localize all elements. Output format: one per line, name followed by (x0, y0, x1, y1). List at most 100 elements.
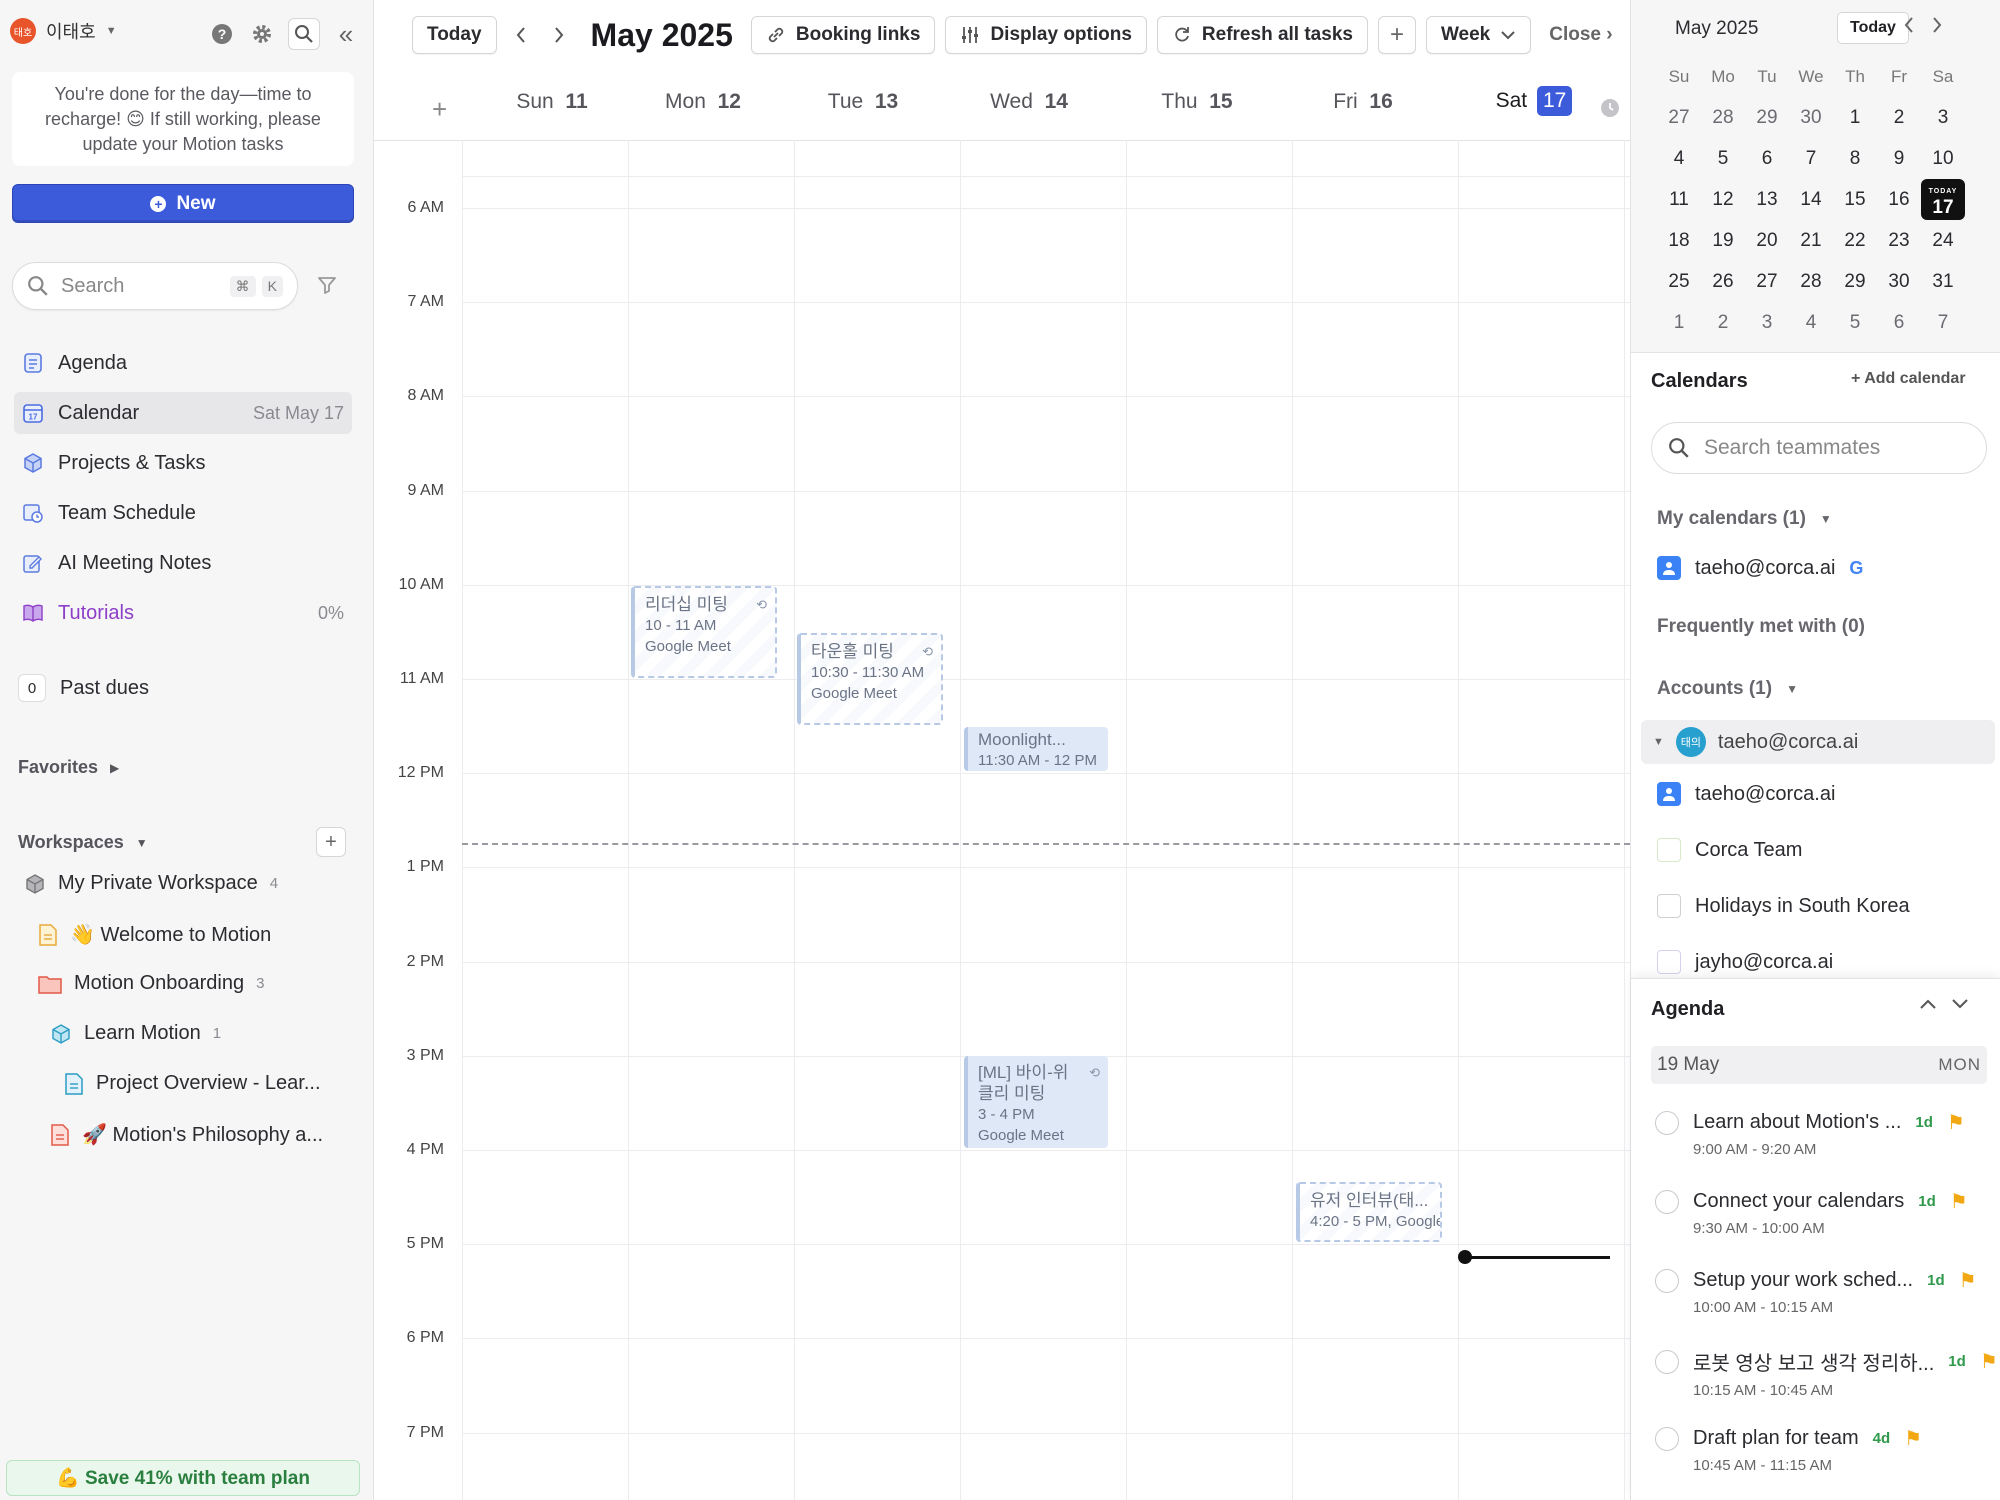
gear-icon[interactable] (248, 20, 276, 48)
calendar-item-jayho[interactable]: jayho@corca.ai (1657, 950, 1833, 974)
mini-day[interactable]: 16 (1877, 179, 1921, 220)
accounts-header[interactable]: Accounts (1) ▼ (1657, 678, 1798, 700)
day-header-tue[interactable]: Tue 13 (800, 90, 926, 114)
nav-team-schedule[interactable]: Team Schedule (14, 492, 352, 534)
mini-day[interactable]: 4 (1657, 138, 1701, 179)
mini-day[interactable]: 21 (1789, 220, 1833, 261)
frequently-met-header[interactable]: Frequently met with (0) (1657, 616, 1865, 638)
event-ml-biweekly[interactable]: [ML] 바이-위클리 미팅 3 - 4 PM Google Meet ⟲ (964, 1056, 1108, 1148)
agenda-task[interactable]: 로봇 영상 보고 생각 정리하... 1d ⚑ 10:15 AM - 10:45 AM (1655, 1347, 1998, 1399)
nav-projects[interactable]: Projects & Tasks (14, 442, 352, 484)
calendar-checkbox[interactable] (1657, 950, 1681, 974)
mini-day[interactable]: 28 (1701, 97, 1745, 138)
calendar-item-holidays[interactable]: Holidays in South Korea (1657, 894, 1910, 918)
mini-day[interactable]: 30 (1877, 261, 1921, 302)
mini-day[interactable]: 27 (1657, 97, 1701, 138)
mini-day[interactable]: 8 (1833, 138, 1877, 179)
day-header-wed[interactable]: Wed 14 (964, 90, 1094, 114)
add-all-day-button[interactable]: + (432, 94, 447, 125)
mini-day[interactable]: 10 (1921, 138, 1965, 179)
mini-day[interactable]: 20 (1745, 220, 1789, 261)
mini-day[interactable]: 3 (1921, 97, 1965, 138)
mini-day-today[interactable]: TODAY 17 (1921, 179, 1965, 220)
task-checkbox[interactable] (1655, 1426, 1679, 1451)
event-user-interview[interactable]: 유저 인터뷰(태... 4:20 - 5 PM, Google Meet (1296, 1182, 1442, 1242)
mini-day[interactable]: 9 (1877, 138, 1921, 179)
account-row[interactable]: ▼ 태의 taeho@corca.ai (1641, 720, 1995, 764)
workspace-my-private[interactable]: My Private Workspace 4 (24, 872, 278, 895)
mini-day[interactable]: 7 (1789, 138, 1833, 179)
display-options-button[interactable]: Display options (945, 16, 1147, 54)
mini-day[interactable]: 28 (1789, 261, 1833, 302)
nav-ai-meeting-notes[interactable]: AI Meeting Notes (14, 542, 352, 584)
task-checkbox[interactable] (1655, 1189, 1679, 1214)
mini-day[interactable]: 27 (1745, 261, 1789, 302)
nav-tutorials[interactable]: Tutorials 0% (14, 592, 352, 634)
past-dues[interactable]: 0 Past dues (18, 674, 149, 702)
upgrade-promo-button[interactable]: 💪 Save 41% with team plan (6, 1460, 360, 1496)
favorites-header[interactable]: Favorites ▶ (18, 757, 119, 778)
chevron-right-icon[interactable] (1931, 16, 1943, 34)
collapse-sidebar-icon[interactable]: « (332, 19, 360, 49)
folder-motion-onboarding[interactable]: Motion Onboarding 3 (38, 972, 264, 995)
mini-day[interactable]: 2 (1701, 302, 1745, 343)
agenda-task[interactable]: Setup your work sched... 1d ⚑ 10:00 AM - 10… (1655, 1268, 1985, 1316)
workspaces-header[interactable]: Workspaces ▼ (18, 832, 148, 853)
prev-week-button[interactable] (507, 16, 535, 54)
mini-day[interactable]: 29 (1745, 97, 1789, 138)
calendar-item-corca-team[interactable]: Corca Team (1657, 838, 1802, 862)
add-workspace-button[interactable]: + (316, 827, 346, 857)
calendar-item-taeho[interactable]: taeho@corca.ai (1657, 782, 1835, 806)
next-week-button[interactable] (545, 16, 573, 54)
mini-day[interactable]: 5 (1833, 302, 1877, 343)
nav-calendar[interactable]: 17 Calendar Sat May 17 (14, 392, 352, 434)
day-header-sat-today[interactable]: Sat 17 (1474, 86, 1594, 116)
chevron-down-icon[interactable] (1951, 998, 1969, 1010)
mini-day[interactable]: 11 (1657, 179, 1701, 220)
mini-day[interactable]: 29 (1833, 261, 1877, 302)
booking-links-button[interactable]: Booking links (750, 16, 936, 54)
user-menu[interactable]: 태호 이태호 ▼ (10, 18, 117, 44)
mini-day[interactable]: 5 (1701, 138, 1745, 179)
nav-agenda[interactable]: Agenda (14, 342, 352, 384)
mini-day[interactable]: 30 (1789, 97, 1833, 138)
help-icon[interactable]: ? (208, 20, 236, 48)
calendar-checkbox[interactable] (1657, 838, 1681, 862)
mini-day[interactable]: 14 (1789, 179, 1833, 220)
mini-day[interactable]: 26 (1701, 261, 1745, 302)
search-input[interactable]: Search ⌘ K (12, 262, 298, 310)
mini-day[interactable]: 12 (1701, 179, 1745, 220)
mini-day[interactable]: 1 (1833, 97, 1877, 138)
mini-day[interactable]: 24 (1921, 220, 1965, 261)
mini-day[interactable]: 3 (1745, 302, 1789, 343)
add-event-button[interactable]: + (1377, 16, 1416, 54)
calendar-checkbox[interactable] (1657, 894, 1681, 918)
mini-day[interactable]: 19 (1701, 220, 1745, 261)
view-select[interactable]: Week (1425, 16, 1532, 54)
chevron-left-icon[interactable] (1903, 16, 1915, 34)
agenda-task[interactable]: Draft plan for team 4d ⚑ 10:45 AM - 11:15 A… (1655, 1426, 1985, 1474)
mini-day[interactable]: 7 (1921, 302, 1965, 343)
task-checkbox[interactable] (1655, 1349, 1679, 1374)
mini-day[interactable]: 1 (1657, 302, 1701, 343)
day-header-sun[interactable]: Sun 11 (494, 90, 610, 114)
day-header-fri[interactable]: Fri 16 (1298, 90, 1428, 114)
mini-day[interactable]: 18 (1657, 220, 1701, 261)
search-teammates-input[interactable]: Search teammates (1651, 422, 1987, 474)
doc-welcome-to-motion[interactable]: 👋 Welcome to Motion (38, 922, 271, 947)
new-button[interactable]: + New (12, 184, 354, 223)
day-header-mon[interactable]: Mon 12 (628, 90, 778, 114)
mini-day[interactable]: 4 (1789, 302, 1833, 343)
add-calendar-button[interactable]: + Add calendar (1851, 370, 1966, 388)
mini-today-button[interactable]: Today (1837, 12, 1909, 44)
mini-day[interactable]: 31 (1921, 261, 1965, 302)
agenda-task[interactable]: Connect your calendars 1d ⚑ 9:30 AM - 10:00… (1655, 1189, 1985, 1237)
agenda-task[interactable]: Learn about Motion's ... 1d ⚑ 9:00 AM - 9:2… (1655, 1110, 1985, 1158)
mini-day[interactable]: 13 (1745, 179, 1789, 220)
search-icon[interactable] (288, 18, 320, 50)
task-checkbox[interactable] (1655, 1110, 1679, 1135)
event-moonlight[interactable]: Moonlight... 11:30 AM - 12 PM (964, 727, 1108, 771)
refresh-tasks-button[interactable]: Refresh all tasks (1156, 16, 1368, 54)
close-button[interactable]: Close › (1549, 24, 1612, 46)
mini-day[interactable]: 2 (1877, 97, 1921, 138)
